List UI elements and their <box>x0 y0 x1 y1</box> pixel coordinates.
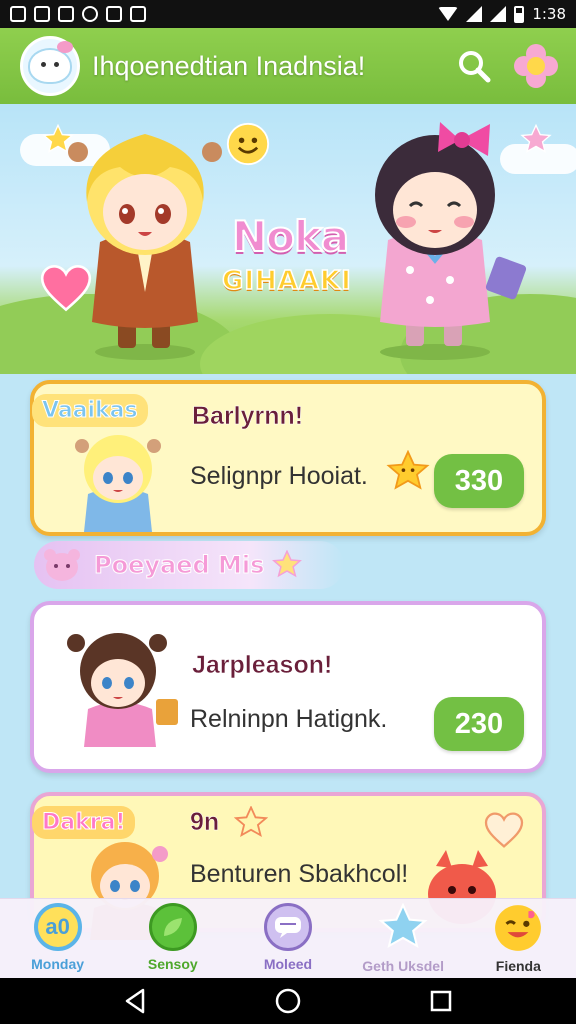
nav-item-sensoy[interactable]: Sensoy <box>118 899 228 978</box>
section-label-text: Poeyaed Mis <box>93 551 265 580</box>
notification-icon <box>34 6 50 22</box>
app-header: Ihqoenedtian Inadnsia! <box>0 28 576 104</box>
hero-title: Noka <box>231 211 350 262</box>
chat-bubble-icon <box>263 903 312 951</box>
nav-item-monday[interactable]: a0 Monday <box>3 899 113 978</box>
notification-icon <box>130 6 146 22</box>
recents-icon[interactable] <box>429 989 453 1013</box>
nav-label: Monday <box>31 956 85 972</box>
menu-button[interactable] <box>510 40 562 92</box>
mascot-face-icon <box>30 50 70 82</box>
card-title: Jarpleason! <box>192 651 333 680</box>
nav-icon-text: a0 <box>45 914 70 939</box>
character-blonde-illustration <box>68 134 222 360</box>
points-badge[interactable]: 230 <box>434 697 524 751</box>
search-button[interactable] <box>452 44 496 88</box>
card-description: Relninpn Hatignk. <box>190 705 388 733</box>
nav-item-fienda[interactable]: Fienda <box>463 899 573 978</box>
battery-icon <box>514 5 525 23</box>
nav-item-geth-uksdel[interactable]: Geth Uksdel <box>348 899 458 978</box>
star-icon <box>378 903 428 949</box>
bear-icon <box>44 549 80 581</box>
star-icon <box>386 450 430 490</box>
quest-card[interactable]: Jarpleason! Relninpn Hatignk. 230 <box>30 601 546 773</box>
card-description: Benturen Sbakhcol! <box>190 860 409 888</box>
home-icon[interactable] <box>274 987 302 1015</box>
notification-icon <box>106 6 122 22</box>
nav-label: Sensoy <box>147 956 198 972</box>
card-title: 9n <box>190 808 220 837</box>
card-avatar-illustration <box>75 435 161 532</box>
nav-label: Moleed <box>263 956 313 972</box>
notification-icon <box>58 6 74 22</box>
search-icon <box>459 51 491 83</box>
hero-banner[interactable]: Noka GIHAAKI <box>0 104 576 374</box>
card-ribbon-label: Vaaikas <box>32 394 148 427</box>
app-logo[interactable] <box>20 36 80 96</box>
heart-icon <box>484 812 524 848</box>
signal-icon <box>466 6 483 22</box>
wink-emoji-icon <box>495 905 542 951</box>
app-title: Ihqoenedtian Inadnsia! <box>92 50 366 81</box>
bottom-navigation: a0 Monday Sensoy Moleed Geth Uksdel Fien… <box>0 898 576 978</box>
section-label: Poeyaed Mis <box>34 541 345 589</box>
leaf-ball-icon <box>148 903 197 951</box>
card-title: Barlyrnn! <box>192 402 304 431</box>
nav-label: Fienda <box>495 958 541 974</box>
back-icon[interactable] <box>123 988 147 1014</box>
location-icon <box>82 6 98 22</box>
quest-card[interactable]: Vaaikas Barlyrnn! Selignpr Hooiat. 330 <box>30 380 546 536</box>
star-icon <box>272 550 303 578</box>
calendar-icon: a0 <box>33 903 82 951</box>
nav-label: Geth Uksdel <box>362 958 444 974</box>
status-bar: 1:38 <box>0 0 576 28</box>
card-avatar-illustration <box>67 633 178 747</box>
flower-icon <box>514 44 558 88</box>
smiley-icon <box>226 122 270 166</box>
notification-icons <box>10 6 146 22</box>
notification-icon <box>10 6 26 22</box>
wifi-icon <box>438 7 459 21</box>
signal-icon <box>490 6 507 22</box>
points-badge[interactable]: 330 <box>434 454 524 508</box>
nav-item-moleed[interactable]: Moleed <box>233 899 343 978</box>
status-time: 1:38 <box>532 5 566 23</box>
card-description: Selignpr Hooiat. <box>190 462 368 490</box>
system-navigation-bar <box>0 978 576 1024</box>
hero-subtitle: GIHAAKI <box>221 265 352 297</box>
character-darkhair-illustration <box>375 122 527 360</box>
star-icon <box>234 806 268 838</box>
bow-icon <box>57 41 73 53</box>
